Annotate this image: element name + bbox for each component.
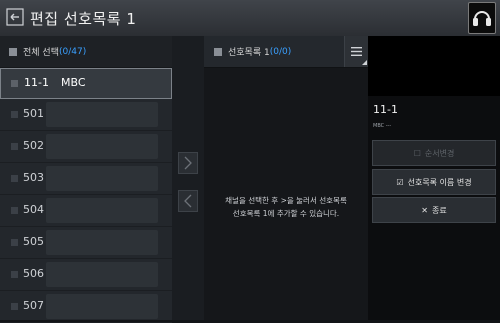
channel-name-blurred (46, 102, 158, 127)
channel-row[interactable]: 501 (0, 99, 172, 131)
channel-preview (368, 36, 500, 96)
channel-name-blurred (46, 166, 158, 191)
select-all-header[interactable]: 전체 선택 (0/47) (0, 36, 172, 68)
channel-checkbox[interactable] (11, 303, 18, 310)
channel-number: 504 (23, 203, 44, 216)
reorder-icon: ☐ (413, 148, 421, 158)
channel-row[interactable]: 507 (0, 291, 172, 323)
channel-number: 506 (23, 267, 44, 280)
favorites-panel: 선호목록 1 (0/0) 채널을 선택한 후 >을 눌러서 선호목록 선호목록 … (204, 36, 368, 320)
channel-name: MBC (61, 76, 86, 89)
selection-count: (0/47) (58, 46, 87, 57)
channel-name-blurred (46, 134, 158, 159)
channel-name-blurred (46, 230, 158, 255)
channel-checkbox[interactable] (11, 207, 18, 214)
edit-icon: ☑ (396, 177, 404, 187)
channel-number: 11-1 (24, 76, 49, 89)
channel-info-panel: 11-1 MBC --- ☐ 순서변경 ☑ 선호목록 이름 변경 ✕ 종료 (368, 36, 500, 320)
back-icon[interactable] (6, 8, 24, 26)
favorites-count: (0/0) (269, 46, 292, 57)
close-button[interactable]: ✕ 종료 (372, 197, 496, 223)
channel-number: 501 (23, 107, 44, 120)
chevron-right-icon (184, 156, 192, 170)
favorites-header: 선호목록 1 (0/0) (204, 36, 368, 68)
dropdown-corner-icon (362, 60, 367, 65)
channel-row[interactable]: 503 (0, 163, 172, 195)
reorder-label: 순서변경 (424, 148, 455, 158)
move-arrows-column (172, 36, 204, 320)
app-window: 편집 선호목록 1 전체 선택 (0/47) 11-1 MBC 501 502 … (0, 0, 500, 323)
add-to-favorites-button[interactable] (178, 152, 198, 174)
favorites-select-all-checkbox[interactable] (214, 47, 222, 56)
channel-checkbox[interactable] (11, 271, 18, 278)
channel-list-panel: 전체 선택 (0/47) 11-1 MBC 501 502 503 504 50… (0, 36, 172, 323)
info-channel-number: 11-1 (373, 103, 398, 116)
rename-label: 선호목록 이름 변경 (407, 177, 472, 187)
channel-name-blurred (46, 294, 158, 319)
channel-row[interactable]: 504 (0, 195, 172, 227)
channel-row[interactable]: 506 (0, 259, 172, 291)
channel-row[interactable]: 11-1 MBC (0, 68, 172, 99)
reorder-button[interactable]: ☐ 순서변경 (372, 140, 496, 166)
rename-favorites-button[interactable]: ☑ 선호목록 이름 변경 (372, 169, 496, 195)
channel-checkbox[interactable] (11, 239, 18, 246)
channel-number: 502 (23, 139, 44, 152)
channel-row[interactable]: 505 (0, 227, 172, 259)
channel-list: 11-1 MBC 501 502 503 504 505 506 507 (0, 68, 172, 323)
channel-number: 507 (23, 299, 44, 312)
close-icon: ✕ (421, 205, 428, 215)
favorites-label: 선호목록 1 (228, 48, 270, 58)
channel-name-blurred (46, 198, 158, 223)
channel-row[interactable]: 502 (0, 131, 172, 163)
select-all-label: 전체 선택 (23, 48, 59, 58)
channel-checkbox[interactable] (11, 175, 18, 182)
channel-checkbox[interactable] (11, 80, 18, 87)
channel-number: 503 (23, 171, 44, 184)
empty-message-line-1: 채널을 선택한 후 >을 눌러서 선호목록 (225, 196, 347, 205)
favorites-menu-button[interactable] (344, 36, 368, 67)
channel-name-blurred (46, 262, 158, 287)
channel-checkbox[interactable] (11, 143, 18, 150)
favorites-empty-message: 채널을 선택한 후 >을 눌러서 선호목록 선호목록 1에 추가할 수 있습니다… (210, 194, 362, 220)
channel-number: 505 (23, 235, 44, 248)
info-channel-name: MBC --- (373, 123, 392, 129)
menu-icon (351, 47, 362, 56)
close-label: 종료 (431, 205, 447, 215)
remove-from-favorites-button[interactable] (178, 190, 198, 212)
select-all-checkbox[interactable] (9, 47, 17, 56)
top-bar: 편집 선호목록 1 (0, 0, 500, 37)
empty-message-line-2: 선호목록 1에 추가할 수 있습니다. (232, 209, 340, 218)
channel-checkbox[interactable] (11, 111, 18, 118)
headset-icon[interactable] (468, 2, 496, 34)
chevron-left-icon (184, 194, 192, 208)
page-title: 편집 선호목록 1 (30, 10, 137, 28)
